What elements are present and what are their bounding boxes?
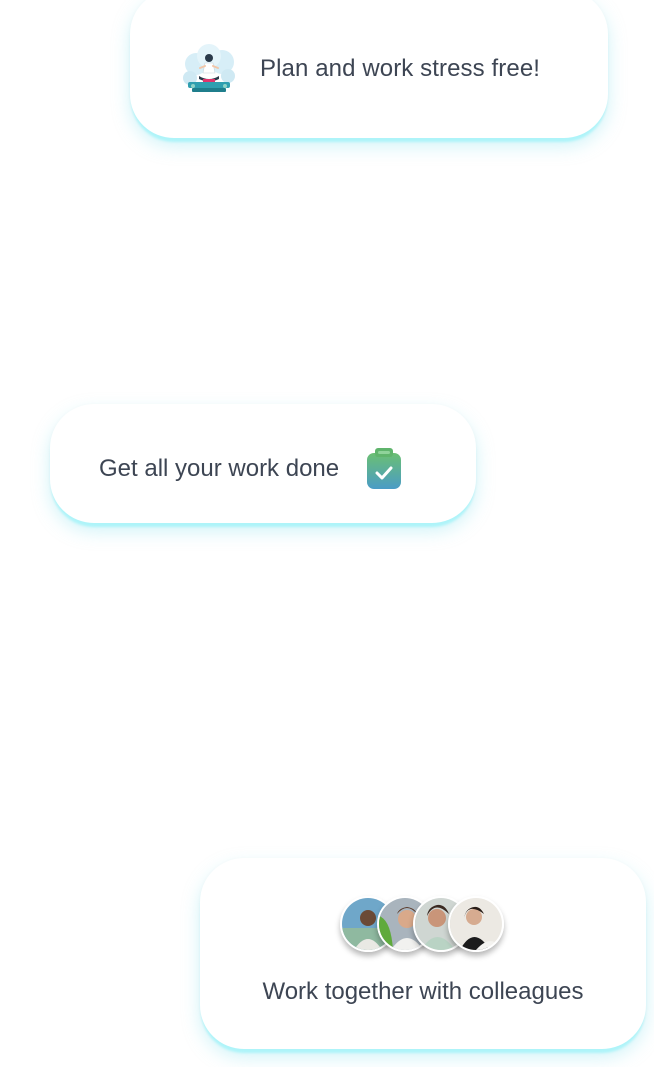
feature-card-colleagues: Work together with colleagues [200,858,646,1049]
avatar [448,896,504,952]
feature-text: Plan and work stress free! [260,55,541,82]
meditation-icon [182,42,236,96]
avatar-group [340,896,510,954]
feature-text: Work together with colleagues [262,978,584,1005]
feature-card-stress-free: Plan and work stress free! [130,0,608,138]
clipboard-check-icon [366,447,402,490]
feature-text: Get all your work done [99,454,340,482]
feature-card-work-done: Get all your work done [50,404,476,523]
